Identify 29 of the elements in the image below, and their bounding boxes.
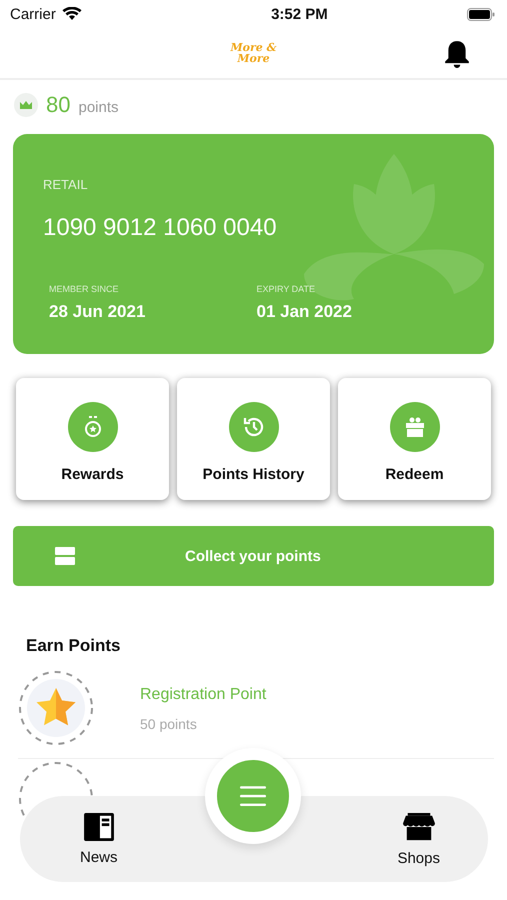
- menu-icon: [240, 785, 266, 807]
- section-title: Earn Points: [26, 636, 122, 656]
- action-tile[interactable]: Points History: [177, 378, 330, 500]
- crown-icon: [14, 93, 38, 117]
- member-since-date: 28 Jun 2021: [49, 302, 146, 322]
- earn-item-points: 50 points: [140, 716, 198, 732]
- expiry-date: 01 Jan 2022: [256, 302, 353, 322]
- wifi-icon: [62, 7, 82, 21]
- storefront-icon: [402, 812, 436, 842]
- action-tile[interactable]: Redeem: [338, 378, 491, 500]
- app-logo: More & More: [229, 42, 278, 64]
- newspaper-icon: [82, 812, 115, 840]
- nav-tab[interactable]: News: [72, 796, 126, 882]
- nav-tab[interactable]: Shops: [389, 796, 448, 882]
- points-value: 80: [46, 92, 70, 118]
- bell-icon[interactable]: [444, 40, 470, 68]
- points-unit: points: [78, 99, 119, 116]
- battery-icon: [466, 8, 495, 20]
- medal-icon: [68, 402, 118, 452]
- history-icon: [228, 402, 278, 452]
- status-time: 3:52 PM: [270, 6, 328, 22]
- carrier-name: Carrier: [10, 6, 56, 22]
- card-stack-icon: [55, 546, 75, 566]
- card-number: 1090 9012 1060 0040: [43, 214, 278, 242]
- action-tile[interactable]: Rewards: [16, 378, 169, 500]
- gift-icon: [390, 402, 440, 452]
- card-type-label: RETAIL: [43, 177, 88, 192]
- member-since-label: MEMBER SINCE: [49, 284, 120, 294]
- expiry-date-label: EXPIRY DATE: [256, 284, 316, 294]
